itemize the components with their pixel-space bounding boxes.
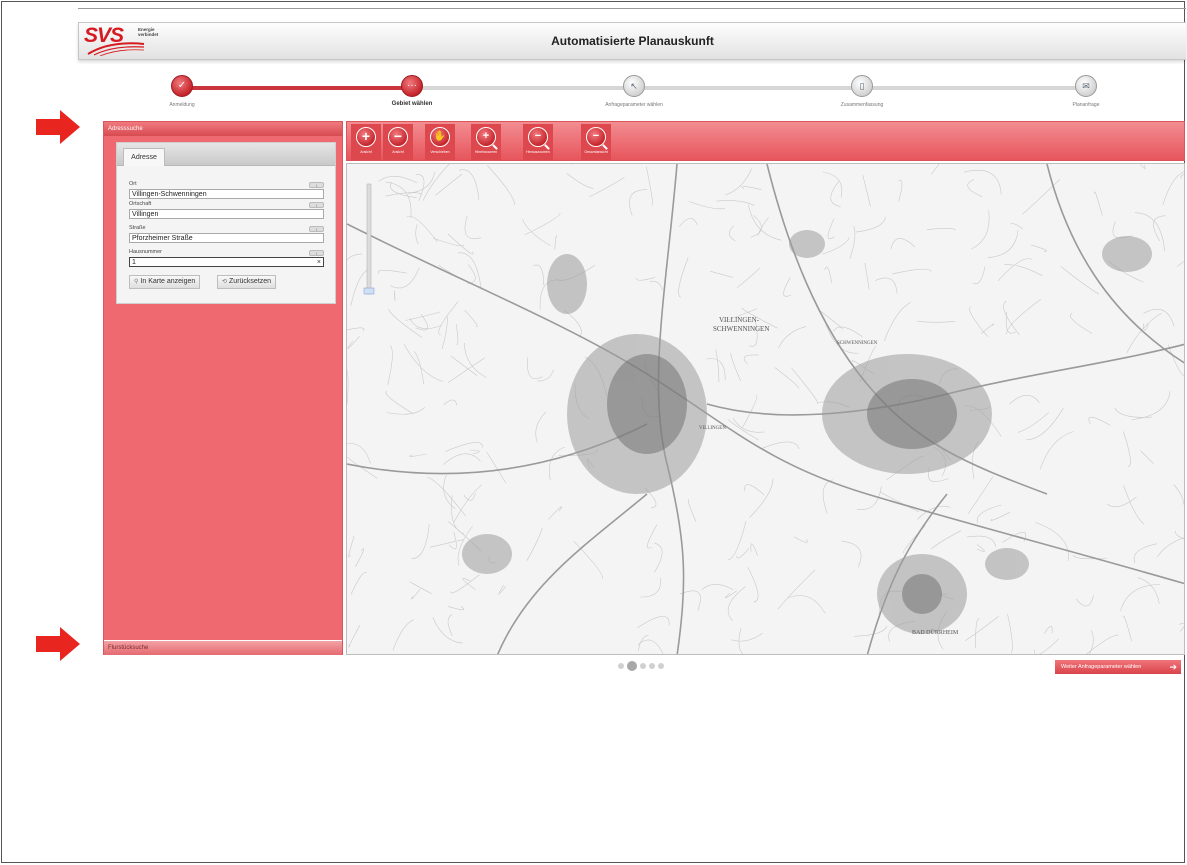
step-status-icon: ✉ — [1082, 81, 1090, 91]
tool-label: Hineinzoomen — [474, 150, 498, 154]
show-on-map-label: In Karte anzeigen — [140, 278, 196, 285]
ortschaft-input[interactable]: Villingen — [129, 209, 324, 219]
map-label: VILLINGEN — [699, 426, 726, 431]
reset-icon: ⟲ — [222, 279, 228, 285]
magnifier-handle — [602, 144, 608, 150]
map-label: BAD DÜRRHEIM — [912, 630, 959, 636]
field-info-icon: i — [309, 182, 324, 188]
app-header: SVS Energie verbindet Automatisierte Pla… — [78, 22, 1186, 60]
wizard-step-circle: ✓ — [171, 75, 193, 97]
show-on-map-button[interactable]: ⚲ In Karte anzeigen — [129, 275, 201, 289]
zoom-extent-button[interactable]: − Gesamtansicht — [581, 124, 611, 160]
zoom-out-view-button[interactable]: − Ansicht — [383, 124, 413, 160]
pager-dot[interactable] — [658, 663, 664, 669]
wizard-step[interactable]: ··· Gebiet wählen — [342, 75, 482, 107]
wizard-step-circle: ✉ — [1075, 75, 1097, 97]
search-panel: Adresssuche Adresse Ort i Villingen-Schw… — [103, 121, 343, 655]
right-arrow-icon — [36, 110, 80, 144]
zoom-out-button[interactable]: − Herauszoomen — [523, 124, 553, 160]
field-info-icon: i — [309, 226, 324, 232]
tool-label: Verschieben — [430, 150, 450, 154]
tool-label: Ansicht — [392, 150, 404, 154]
step-status-icon: ↖ — [630, 81, 638, 91]
magnifier-handle — [544, 144, 550, 150]
wizard-step-circle: ··· — [401, 75, 423, 97]
top-divider — [78, 8, 1186, 9]
field-label-ort: Ort — [129, 181, 137, 187]
wizard-step-circle: ▯ — [851, 75, 873, 97]
tab-address[interactable]: Adresse — [123, 148, 165, 166]
topographic-map[interactable] — [347, 164, 1185, 655]
field-info-icon: i — [309, 202, 324, 208]
hausnummer-input[interactable]: 1 × — [129, 257, 324, 267]
map-label: SCHWENNINGEN — [713, 325, 770, 333]
field-label-ortschaft: Ortschaft — [129, 201, 152, 207]
reset-button[interactable]: ⟲ Zurücksetzen — [217, 275, 277, 289]
next-step-label: Weiter Anfrageparameter wählen — [1061, 664, 1142, 670]
minus-icon: − — [388, 127, 408, 147]
wizard-step[interactable]: ✓ Anmeldung — [112, 75, 252, 108]
hand-icon: ✋ — [430, 127, 450, 147]
plus-icon: + — [356, 127, 376, 147]
wizard-step-label: Plananfrage — [1072, 102, 1100, 108]
annotation-arrow-bottom — [36, 627, 80, 661]
next-step-button[interactable]: Weiter Anfrageparameter wählen ➔ — [1055, 660, 1181, 674]
pan-button[interactable]: ✋ Verschieben — [425, 124, 455, 160]
wizard-step[interactable]: ↖ Anfrageparameter wählen — [564, 75, 704, 108]
tab-strip: Adresse — [117, 143, 335, 166]
wizard-step[interactable]: ✉ Plananfrage — [1016, 75, 1156, 108]
pager-dot-active[interactable] — [627, 661, 637, 671]
tool-label: Herauszoomen — [526, 150, 550, 154]
wizard-step-label: Anmeldung — [169, 102, 195, 108]
zoom-in-view-button[interactable]: + Ansicht — [351, 124, 381, 160]
map-toolbar: + Ansicht − Ansicht ✋ Verschieben + Hine… — [346, 121, 1185, 161]
field-label-hausnummer: Hausnummer — [129, 249, 163, 255]
annotation-arrow-top — [36, 110, 80, 144]
field-label-strasse: Straße — [129, 225, 146, 231]
reset-label: Zurücksetzen — [229, 278, 272, 285]
parcel-search-header[interactable]: Flurstücksuche — [104, 640, 342, 655]
map-view[interactable]: VILLINGEN- SCHWENNINGEN SCHWENNINGEN VIL… — [346, 163, 1185, 655]
tool-label: Gesamtansicht — [584, 150, 608, 154]
wizard-step-label: Anfrageparameter wählen — [605, 102, 663, 108]
right-arrow-icon — [36, 627, 80, 661]
ort-input[interactable]: Villingen-Schwenningen — [129, 189, 324, 199]
hausnummer-value: 1 — [132, 259, 136, 266]
pager-dot[interactable] — [649, 663, 655, 669]
zoom-in-button[interactable]: + Hineinzoomen — [471, 124, 501, 160]
wizard-step-label: Zusammenfassung — [840, 102, 884, 108]
wizard-step-circle: ↖ — [623, 75, 645, 97]
map-label: VILLINGEN- — [719, 316, 760, 324]
wizard-step-label: Gebiet wählen — [391, 101, 433, 107]
clear-icon[interactable]: × — [317, 258, 321, 266]
search-icon: ⚲ — [134, 279, 139, 285]
arrow-right-icon: ➔ — [1169, 662, 1177, 672]
wizard-step[interactable]: ▯ Zusammenfassung — [792, 75, 932, 108]
page-title: Automatisierte Planauskunft — [551, 34, 714, 48]
magnifier-handle — [492, 144, 498, 150]
map-label: SCHWENNINGEN — [837, 341, 878, 346]
step-status-icon: ▯ — [859, 81, 865, 91]
address-search-header[interactable]: Adresssuche — [104, 122, 342, 136]
pager-dot[interactable] — [640, 663, 646, 669]
step-status-icon: ✓ — [177, 80, 187, 91]
field-info-icon: i — [309, 250, 324, 256]
step-status-icon: ··· — [407, 80, 417, 91]
strasse-input[interactable]: Pforzheimer Straße — [129, 233, 324, 243]
address-form: Adresse Ort i Villingen-Schwenningen Ort… — [116, 142, 336, 304]
pager-dot[interactable] — [618, 663, 624, 669]
